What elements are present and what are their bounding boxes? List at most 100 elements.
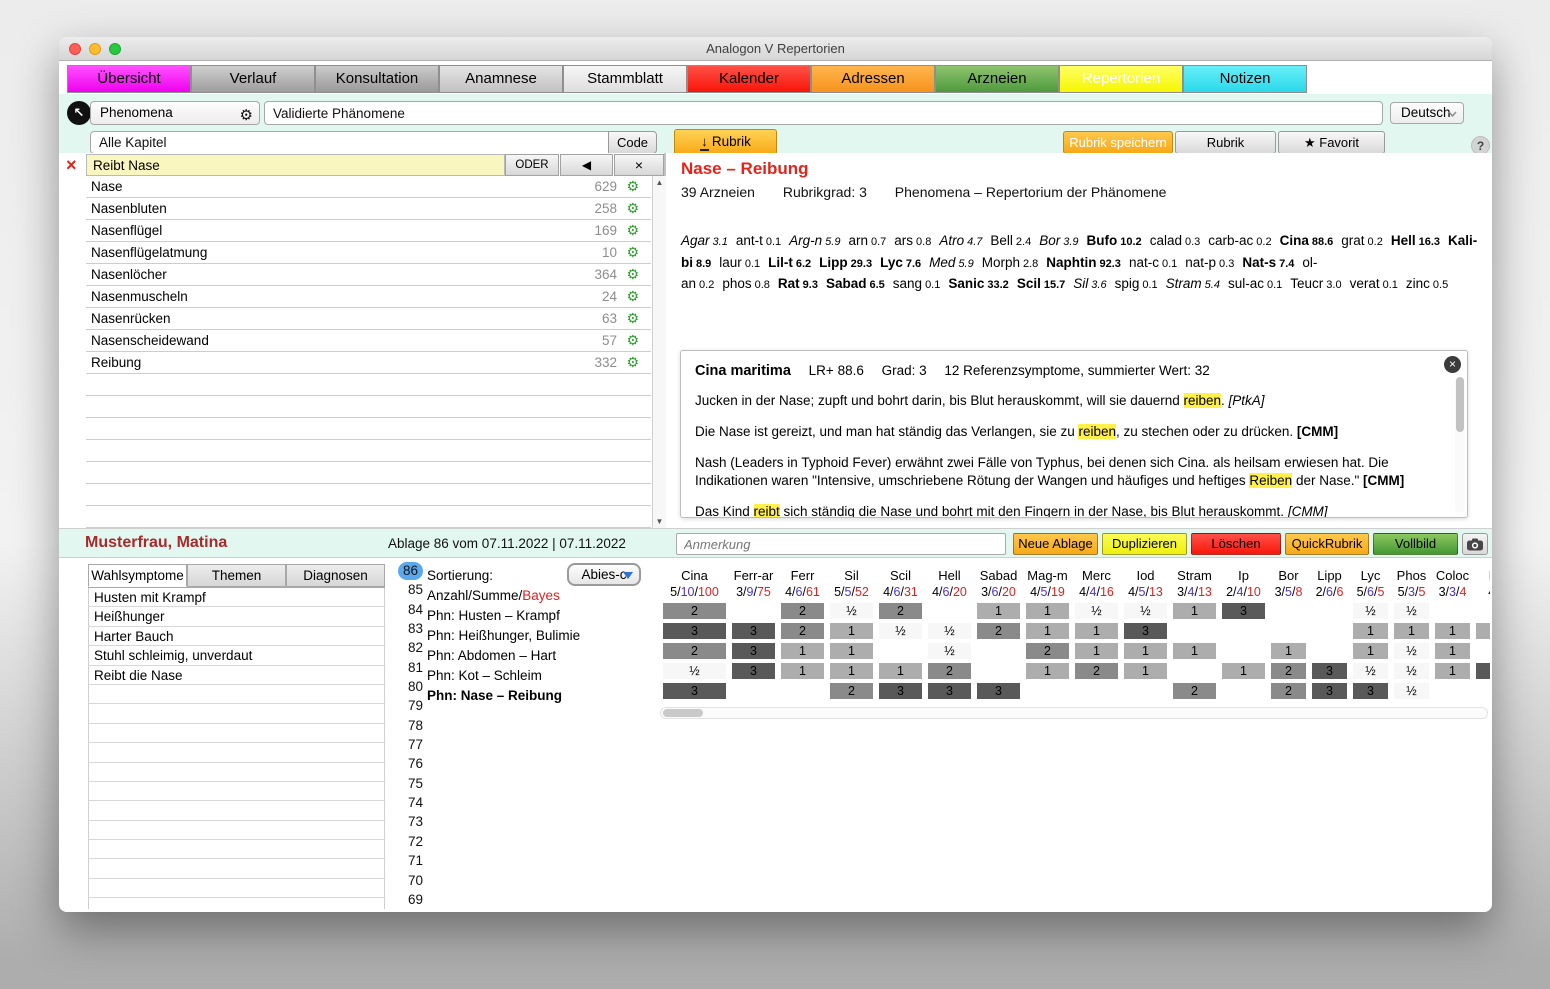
remedy-entry[interactable]: ant-t 0.1 bbox=[736, 233, 789, 248]
note-input[interactable] bbox=[676, 533, 1006, 555]
rubrik-button[interactable]: ↓ Rubrik bbox=[674, 129, 777, 155]
sort-dropdown[interactable]: Abies-c bbox=[567, 563, 641, 586]
remedy-column-header[interactable]: Merc bbox=[1072, 568, 1121, 584]
remedy-column-header[interactable]: Lyc bbox=[1350, 568, 1391, 584]
symptom-row[interactable]: Stuhl schleimig, unverdaut bbox=[88, 646, 385, 666]
ablage-number[interactable]: 82 bbox=[389, 638, 429, 657]
tab-anamnese[interactable]: Anamnese bbox=[439, 65, 563, 93]
remedy-column-header[interactable]: Ip bbox=[1219, 568, 1268, 584]
sort-item[interactable]: Phn: Husten – Krampf bbox=[427, 606, 662, 626]
gear-icon[interactable]: ⚙ bbox=[626, 330, 639, 351]
case-tab-themen[interactable]: Themen bbox=[187, 564, 286, 587]
remedy-entry[interactable]: Sanic 33.2 bbox=[948, 276, 1016, 291]
remedy-column-header[interactable]: Sil bbox=[827, 568, 876, 584]
ablage-number[interactable]: 73 bbox=[389, 812, 429, 831]
remedy-entry[interactable]: Bor 3.9 bbox=[1039, 233, 1086, 248]
clear-search-button[interactable]: × bbox=[614, 154, 664, 176]
remedy-entry[interactable]: nat-c 0.1 bbox=[1129, 255, 1185, 270]
ablage-number[interactable]: 80 bbox=[389, 677, 429, 696]
symptom-row[interactable] bbox=[88, 684, 385, 705]
ablage-number[interactable]: 77 bbox=[389, 735, 429, 754]
symptom-row[interactable] bbox=[88, 743, 385, 763]
case-tab-wahlsymptome[interactable]: Wahlsymptome bbox=[88, 564, 187, 587]
remedy-entry[interactable]: Morph 2.8 bbox=[982, 255, 1047, 270]
remedy-column-header[interactable]: Mag-m bbox=[1023, 568, 1072, 584]
remedy-entry[interactable]: Hell 16.3 bbox=[1391, 233, 1448, 248]
symptom-row[interactable]: Harter Bauch bbox=[88, 626, 385, 647]
symptom-row[interactable] bbox=[88, 840, 385, 860]
remedy-column-header[interactable]: Sabad bbox=[974, 568, 1023, 584]
gear-icon[interactable]: ⚙ bbox=[626, 286, 639, 307]
gear-icon[interactable]: ⚙ bbox=[626, 352, 639, 373]
remedy-entry[interactable]: Med 5.9 bbox=[929, 255, 982, 270]
gear-icon[interactable]: ⚙ bbox=[626, 198, 639, 219]
rubric-row[interactable]: Nasenrücken 63 ⚙ bbox=[86, 308, 651, 330]
remedy-entry[interactable]: sul-ac 0.1 bbox=[1228, 276, 1290, 291]
rubric-row[interactable] bbox=[86, 396, 651, 418]
remedy-entry[interactable]: Lipp 29.3 bbox=[819, 255, 880, 270]
remedy-entry[interactable]: Stram 5.4 bbox=[1166, 276, 1228, 291]
patient-button-neue-ablage[interactable]: Neue Ablage bbox=[1013, 533, 1098, 555]
symptom-row[interactable] bbox=[88, 723, 385, 744]
remedy-entry[interactable]: Nat-s 7.4 bbox=[1242, 255, 1302, 270]
gear-icon[interactable]: ⚙ bbox=[626, 264, 639, 285]
oder-button[interactable]: ODER bbox=[505, 154, 559, 176]
tab-arzneien[interactable]: Arzneien bbox=[935, 65, 1059, 93]
symptom-row[interactable] bbox=[88, 820, 385, 841]
symptom-row[interactable] bbox=[88, 898, 385, 909]
remedy-entry[interactable]: arn 0.7 bbox=[848, 233, 894, 248]
tab-konsultation[interactable]: Konsultation bbox=[315, 65, 439, 93]
ablage-number[interactable]: 75 bbox=[389, 774, 429, 793]
remedy-entry[interactable]: sang 0.1 bbox=[893, 276, 949, 291]
remove-search-icon[interactable]: × bbox=[66, 154, 77, 176]
remedy-column-header[interactable]: Lipp bbox=[1309, 568, 1350, 584]
symptom-row[interactable] bbox=[88, 762, 385, 782]
remedy-column-header[interactable]: Stram bbox=[1170, 568, 1219, 584]
symptom-row[interactable] bbox=[88, 704, 385, 724]
symptom-row[interactable]: Heißhunger bbox=[88, 607, 385, 627]
remedy-entry[interactable]: Teucr 3.0 bbox=[1290, 276, 1349, 291]
scroll-up-icon[interactable]: ▲ bbox=[653, 178, 666, 187]
ablage-number[interactable]: 72 bbox=[389, 832, 429, 851]
tab-stammblatt[interactable]: Stammblatt bbox=[563, 65, 687, 93]
remedy-entry[interactable]: verat 0.1 bbox=[1350, 276, 1406, 291]
remedy-entry[interactable]: Lyc 7.6 bbox=[880, 255, 929, 270]
remedy-entry[interactable]: Bufo 10.2 bbox=[1087, 233, 1150, 248]
symptom-row[interactable] bbox=[88, 859, 385, 879]
gear-icon[interactable]: ⚙ bbox=[626, 176, 639, 197]
ablage-number[interactable]: 74 bbox=[389, 793, 429, 812]
repertory-title-field[interactable] bbox=[264, 101, 1383, 125]
remedy-entry[interactable]: Naphtin 92.3 bbox=[1046, 255, 1129, 270]
sort-item[interactable]: Phn: Abdomen – Hart bbox=[427, 646, 662, 666]
sort-item[interactable]: Phn: Kot – Schleim bbox=[427, 666, 662, 686]
patient-button-vollbild[interactable]: Vollbild bbox=[1373, 533, 1458, 555]
patient-button-quickrubrik[interactable]: QuickRubrik bbox=[1285, 533, 1369, 555]
gear-icon[interactable]: ⚙ bbox=[626, 242, 639, 263]
sort-item[interactable]: Phn: Nase – Reibung bbox=[427, 686, 662, 706]
scroll-down-icon[interactable]: ▼ bbox=[653, 517, 666, 526]
rubric-search-input[interactable] bbox=[86, 154, 505, 176]
remedy-entry[interactable]: grat 0.2 bbox=[1341, 233, 1391, 248]
gear-icon[interactable]: ⚙ bbox=[626, 308, 639, 329]
remedy-entry[interactable]: spig 0.1 bbox=[1115, 276, 1166, 291]
remedy-entry[interactable]: Scil 15.7 bbox=[1017, 276, 1073, 291]
tab-adressen[interactable]: Adressen bbox=[811, 65, 935, 93]
rubric-row[interactable] bbox=[86, 440, 651, 462]
remedy-entry[interactable]: nat-p 0.3 bbox=[1185, 255, 1242, 270]
code-button[interactable]: Code bbox=[608, 131, 657, 154]
rubric-row[interactable] bbox=[86, 506, 651, 528]
ablage-number[interactable]: 86 bbox=[389, 561, 429, 580]
symptom-row[interactable]: Husten mit Krampf bbox=[88, 588, 385, 608]
rubric-row[interactable]: Nasenflügelatmung 10 ⚙ bbox=[86, 242, 651, 264]
remedy-column-header[interactable]: Cina bbox=[660, 568, 729, 584]
ablage-number[interactable]: 81 bbox=[389, 658, 429, 677]
rubric-row[interactable]: Nasenbluten 258 ⚙ bbox=[86, 198, 651, 220]
remedy-entry[interactable]: Rat 9.3 bbox=[778, 276, 826, 291]
remedy-column-header[interactable]: Phos bbox=[1391, 568, 1432, 584]
remedy-entry[interactable]: carb-ac 0.2 bbox=[1208, 233, 1279, 248]
ablage-number[interactable]: 69 bbox=[389, 890, 429, 909]
ablage-number[interactable]: 79 bbox=[389, 696, 429, 715]
chapter-filter-field[interactable] bbox=[90, 131, 609, 154]
rubric-row[interactable]: Nasenmuscheln 24 ⚙ bbox=[86, 286, 651, 308]
remedy-entry[interactable]: zinc 0.5 bbox=[1406, 276, 1456, 291]
